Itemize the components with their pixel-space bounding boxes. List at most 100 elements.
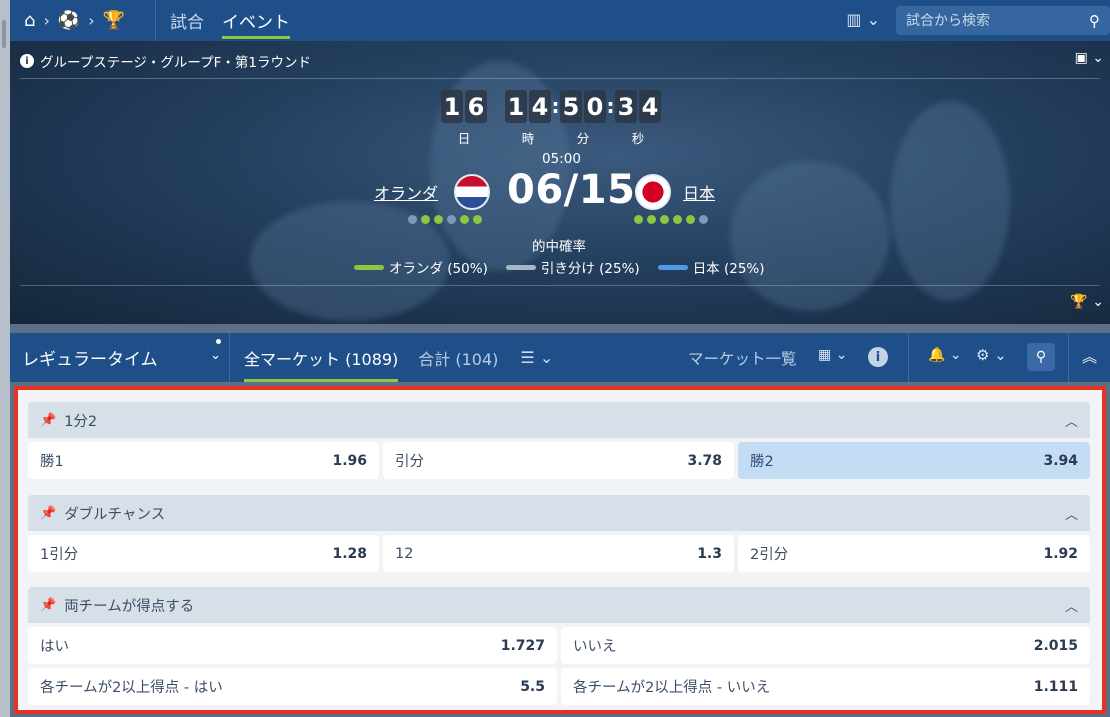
market-search-button[interactable]: ⚲: [1027, 343, 1055, 371]
grid-icon: ▦: [818, 347, 832, 363]
period-select[interactable]: レギュラータイム ⌄: [10, 333, 230, 382]
trophy-icon[interactable]: 🏆: [103, 10, 125, 31]
market-title: 両チームが得点する: [64, 598, 195, 615]
collapse-button[interactable]: ︽: [1082, 346, 1097, 367]
home-icon[interactable]: ⌂: [24, 10, 35, 31]
tab-matches[interactable]: 試合: [170, 0, 204, 41]
form-dot: [421, 215, 430, 224]
market-header[interactable]: 📌 ダブルチャンス ︿: [28, 495, 1090, 531]
pin-icon[interactable]: 📌: [40, 413, 56, 428]
form-dot: [434, 215, 443, 224]
countdown-digit: 4: [529, 90, 551, 123]
market-both-teams-score: 📌 両チームが得点する ︿ はい 1.727 いいえ 2.015 各チームが2以…: [28, 587, 1090, 705]
chevron-down-icon: ⌄: [835, 347, 848, 363]
chevron-right-icon: ›: [88, 11, 95, 30]
countdown-minutes: 5 0 分: [560, 90, 606, 147]
probability-bar: [505, 264, 536, 270]
probability-title: 的中確率: [532, 239, 586, 255]
odd-button[interactable]: 勝1 1.96: [28, 442, 379, 479]
broadcast-button[interactable]: ▣ ⌄: [1075, 50, 1104, 66]
odd-price: 1.727: [500, 637, 545, 654]
form-dot: [699, 215, 708, 224]
search-icon: ⚲: [1035, 349, 1047, 365]
odd-label: 引分: [395, 454, 424, 470]
chevron-right-icon: ›: [43, 11, 50, 30]
odd-button[interactable]: 2引分 1.92: [738, 535, 1090, 572]
countdown-digit: 1: [441, 90, 463, 123]
odd-label: 1引分: [40, 547, 79, 563]
form-dot: [460, 215, 469, 224]
probability-label: 引き分け (25%): [540, 261, 640, 277]
countdown-unit-label: 秒: [631, 131, 645, 146]
odd-price: 1.96: [332, 452, 367, 469]
bell-icon: 🔔: [928, 347, 946, 363]
match-hero: i グループステージ・グループF・第1ラウンド ▣ ⌄ 1 6 日 1 4 時 …: [10, 41, 1110, 324]
list-view-button[interactable]: ☰ ⌄: [520, 348, 553, 367]
tab-events[interactable]: イベント: [222, 0, 290, 41]
countdown-seconds: 3 4 秒: [615, 90, 661, 147]
odd-label: 勝2: [750, 454, 774, 470]
market-1x2: 📌 1分2 ︿ 勝1 1.96 引分 3.78 勝2 3.94: [28, 402, 1090, 479]
odd-button[interactable]: はい 1.727: [28, 627, 557, 664]
odd-button[interactable]: いいえ 2.015: [561, 627, 1090, 664]
form-dot: [447, 215, 456, 224]
odd-price: 1.92: [1043, 545, 1078, 562]
countdown-unit-label: 日: [457, 131, 471, 146]
probability-bar: [657, 264, 688, 270]
chevron-up-icon[interactable]: ︿: [1065, 411, 1078, 430]
market-header[interactable]: 📌 両チームが得点する ︿: [28, 587, 1090, 623]
top-nav: ⌂ › ⚽ › 🏆 試合 イベント ▥ ⌄ ⚲: [10, 0, 1110, 41]
stats-chart-button[interactable]: ▥ ⌄: [846, 10, 880, 29]
pin-icon[interactable]: 📌: [40, 598, 56, 613]
home-team-form: [408, 215, 482, 224]
tab-all-markets[interactable]: 全マーケット (1089): [244, 333, 399, 382]
odd-button[interactable]: 12 1.3: [383, 535, 734, 572]
countdown-digit: 0: [584, 90, 606, 123]
odd-button[interactable]: 各チームが2以上得点 - いいえ 1.111: [561, 668, 1090, 705]
chevron-down-icon: ⌄: [866, 10, 880, 29]
netherlands-flag-icon: [454, 174, 490, 210]
info-icon: i: [20, 54, 34, 68]
odd-button[interactable]: 1引分 1.28: [28, 535, 379, 572]
probability-bar: [354, 264, 384, 270]
layout-grid-button[interactable]: ▦ ⌄: [818, 347, 847, 363]
odd-label: いいえ: [573, 639, 617, 655]
chevron-down-icon: ⌄: [1092, 50, 1104, 66]
period-label: レギュラータイム: [22, 350, 158, 370]
market-header[interactable]: 📌 1分2 ︿: [28, 402, 1090, 438]
countdown-timer: 1 6 日 1 4 時 : 5 0 分 : 3 4 秒: [441, 90, 661, 147]
form-dot: [686, 215, 695, 224]
odd-button[interactable]: 各チームが2以上得点 - はい 5.5: [28, 668, 557, 705]
chevron-up-icon[interactable]: ︿: [1065, 504, 1078, 523]
tournament-button[interactable]: 🏆 ⌄: [1070, 294, 1104, 310]
countdown-digit: 1: [505, 90, 527, 123]
search-input[interactable]: [906, 12, 1076, 29]
market-toolbar: レギュラータイム ⌄ 全マーケット (1089) 合計 (104) ☰ ⌄ マー…: [10, 333, 1110, 382]
countdown-unit-label: 分: [576, 131, 590, 146]
countdown-digit: 4: [639, 90, 661, 123]
settings-button[interactable]: ⚙ ⌄: [976, 346, 1007, 364]
gear-icon: ⚙: [976, 346, 990, 364]
notification-button[interactable]: 🔔 ⌄: [928, 347, 962, 363]
left-edge-strip: [0, 0, 10, 717]
odd-button[interactable]: 引分 3.78: [383, 442, 734, 479]
search-icon[interactable]: ⚲: [1089, 12, 1100, 30]
chevron-down-icon: ⌄: [949, 347, 962, 363]
countdown-unit-label: 時: [521, 131, 535, 146]
odd-button-selected[interactable]: 勝2 3.94: [738, 442, 1090, 479]
info-icon[interactable]: i: [868, 347, 888, 367]
odd-label: 勝1: [40, 454, 64, 470]
probability-draw: 引き分け (25%): [505, 257, 640, 277]
home-team-link[interactable]: オランダ: [374, 180, 438, 204]
market-list-label[interactable]: マーケット一覧: [688, 347, 797, 369]
odd-price: 2.015: [1033, 637, 1078, 654]
soccer-ball-icon[interactable]: ⚽: [58, 10, 80, 31]
market-title: 1分2: [64, 413, 98, 430]
chevron-up-icon[interactable]: ︿: [1065, 596, 1078, 615]
pin-icon[interactable]: 📌: [40, 506, 56, 521]
chevron-down-icon: ⌄: [1092, 294, 1104, 310]
away-team-link[interactable]: 日本: [683, 180, 715, 204]
odd-price: 1.3: [697, 545, 722, 562]
tab-total[interactable]: 合計 (104): [418, 333, 498, 382]
markets-panel: 📌 1分2 ︿ 勝1 1.96 引分 3.78 勝2 3.94 📌 ダブルチャン…: [14, 386, 1106, 714]
